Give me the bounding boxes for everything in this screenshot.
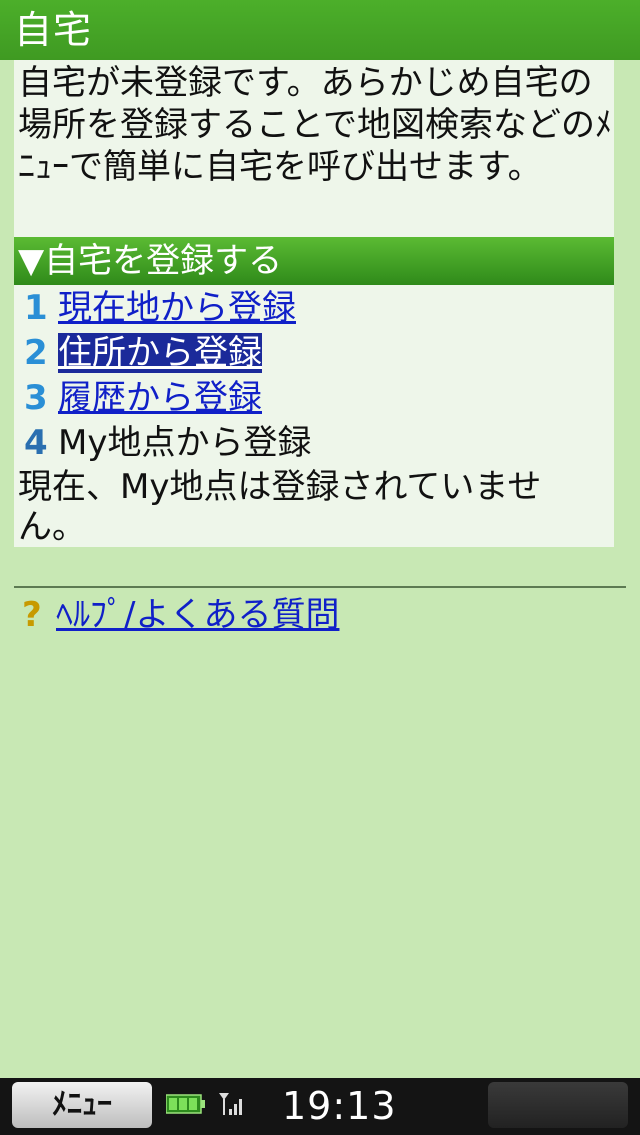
menu-item-number: 4 [24,423,48,463]
menu-softkey-button[interactable]: ﾒﾆｭｰ [12,1082,152,1128]
phone-screen: 自宅 自宅が未登録です。あらかじめ自宅の場所を登録することで地図検索などのﾒﾆｭ… [0,0,640,1135]
register-from-history-link[interactable]: 履歴から登録 [58,378,262,418]
register-options-list: 1 現在地から登録 2 住所から登録 3 履歴から登録 4 My地点から登録 [14,286,614,466]
content-panel: 自宅が未登録です。あらかじめ自宅の場所を登録することで地図検索などのﾒﾆｭｰで簡… [14,60,614,547]
help-faq-link[interactable]: ﾍﾙﾌﾟ/よくある質問 [56,595,339,635]
menu-item-address[interactable]: 2 住所から登録 [14,331,614,376]
page-title: 自宅 [0,0,640,60]
right-softkey-button[interactable] [488,1082,628,1128]
battery-icon [166,1094,205,1114]
signal-strength-icon [219,1093,242,1115]
menu-item-number: 1 [24,288,48,328]
menu-item-number: 3 [24,378,48,418]
menu-item-my-spot: 4 My地点から登録 [14,421,614,466]
section-header-register-home: ▼自宅を登録する [14,237,614,285]
register-from-address-link[interactable]: 住所から登録 [58,333,262,373]
divider [14,586,626,588]
clock-time: 19:13 [282,1084,397,1128]
my-spot-note: 現在、My地点は登録されていません。 [18,467,542,547]
status-bar: ﾒﾆｭｰ 19:13 [0,1078,640,1135]
question-mark-icon: ? [22,595,42,635]
menu-item-number: 2 [24,333,48,373]
help-row[interactable]: ? ﾍﾙﾌﾟ/よくある質問 [22,590,339,640]
menu-item-current-location[interactable]: 1 現在地から登録 [14,286,614,331]
register-from-current-location-link[interactable]: 現在地から登録 [58,288,296,328]
menu-item-history[interactable]: 3 履歴から登録 [14,376,614,421]
intro-message: 自宅が未登録です。あらかじめ自宅の場所を登録することで地図検索などのﾒﾆｭｰで簡… [18,63,612,187]
register-from-my-spot-label: My地点から登録 [58,423,312,463]
